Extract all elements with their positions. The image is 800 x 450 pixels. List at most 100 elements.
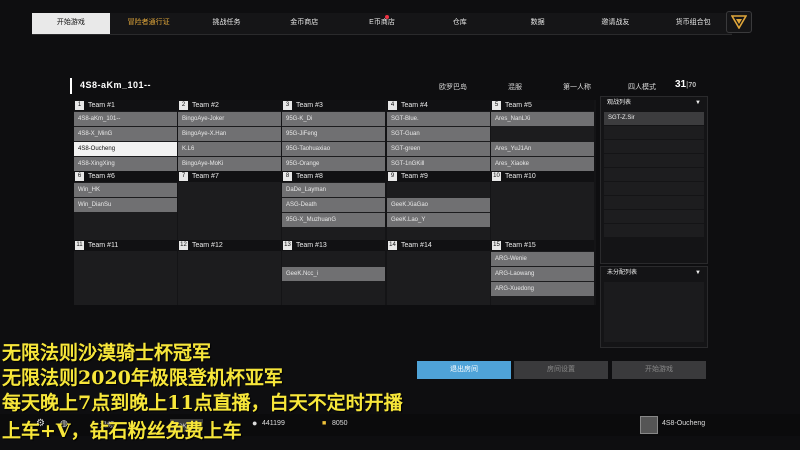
player-slot[interactable]: 95G-Orange: [282, 157, 385, 171]
exit-room-button[interactable]: 退出房间: [417, 361, 511, 379]
team-header[interactable]: 10 Team #10: [491, 171, 594, 182]
room-settings-button[interactable]: 房间设置: [514, 361, 608, 379]
player-slot[interactable]: 95G-Taohuaxiao: [282, 142, 385, 156]
tab-invite[interactable]: 邀请战友: [576, 13, 654, 34]
tab-data[interactable]: 数据: [499, 13, 577, 34]
player-slot[interactable]: SGT-green: [387, 142, 490, 156]
player-slot[interactable]: K.L6: [178, 142, 281, 156]
player-count-current: 31: [675, 79, 687, 90]
player-slot[interactable]: 4S8-Oucheng: [74, 142, 177, 156]
tab-challenges[interactable]: 挑战任务: [188, 13, 266, 34]
team-header[interactable]: 2 Team #2: [178, 100, 281, 111]
player-slot[interactable]: 95G-JiFeng: [282, 127, 385, 141]
empty-slot[interactable]: [387, 297, 490, 311]
player-slot[interactable]: Ares_NanLXi: [491, 112, 594, 126]
tab-battle-pass[interactable]: 冒险者通行证: [110, 13, 188, 34]
player-slot[interactable]: ARG-Wenie: [491, 252, 594, 266]
player-slot[interactable]: Ares_Xiaoke: [491, 157, 594, 171]
empty-slot[interactable]: [178, 297, 281, 311]
empty-slot[interactable]: [282, 282, 385, 296]
player-slot[interactable]: 4S8-XingXing: [74, 157, 177, 171]
team-header[interactable]: 8 Team #8: [282, 171, 385, 182]
empty-slot[interactable]: [178, 213, 281, 227]
player-slot[interactable]: BingoAye-MoKi: [178, 157, 281, 171]
player-slot[interactable]: Win_HK: [74, 183, 177, 197]
tab-warehouse[interactable]: 仓库: [421, 13, 499, 34]
player-slot[interactable]: SGT-1nGKill: [387, 157, 490, 171]
empty-slot[interactable]: [387, 267, 490, 281]
empty-slot[interactable]: [178, 267, 281, 281]
tab-ecoin-shop[interactable]: E币商店: [343, 13, 421, 34]
team-name: Team #2: [192, 102, 219, 109]
player-slot[interactable]: 95G-X_MuzhuanG: [282, 213, 385, 227]
team-header[interactable]: 11 Team #11: [74, 240, 177, 251]
empty-slot[interactable]: [74, 213, 177, 227]
team-header[interactable]: 5 Team #5: [491, 100, 594, 111]
tab-gold-shop[interactable]: 金币商店: [265, 13, 343, 34]
player-slot[interactable]: SGT-Guan: [387, 127, 490, 141]
spectator-empty-slot: [604, 168, 704, 181]
empty-slot[interactable]: [178, 282, 281, 296]
team-header[interactable]: 3 Team #3: [282, 100, 385, 111]
empty-slot[interactable]: [74, 267, 177, 281]
player-slot[interactable]: 95G-K_Di: [282, 112, 385, 126]
team-header[interactable]: 15 Team #15: [491, 240, 594, 251]
empty-slot[interactable]: [178, 198, 281, 212]
empty-slot[interactable]: [491, 198, 594, 212]
player-slot[interactable]: Win_DianSu: [74, 198, 177, 212]
empty-slot[interactable]: [491, 127, 594, 141]
empty-slot[interactable]: [491, 213, 594, 227]
player-slot[interactable]: ARG-Xuedong: [491, 282, 594, 296]
chevron-down-icon[interactable]: ▼: [695, 97, 701, 109]
team-block-8: 8 Team #8 DaDe_Layman ASG-Death 95G-X_Muzhua…: [282, 171, 385, 241]
team-header[interactable]: 4 Team #4: [387, 100, 490, 111]
team-header[interactable]: 7 Team #7: [178, 171, 281, 182]
team-block-5: 5 Team #5 Ares_NanLXi Ares_YuJ1An Ares_Xiaok…: [491, 100, 594, 171]
team-number-badge: 8: [283, 172, 292, 181]
empty-slot[interactable]: [491, 297, 594, 311]
ecoin-icon: ■: [322, 420, 327, 427]
player-slot[interactable]: BingoAye-Joker: [178, 112, 281, 126]
player-slot[interactable]: GeeK.Lao_Y: [387, 213, 490, 227]
team-header[interactable]: 13 Team #13: [282, 240, 385, 251]
empty-slot[interactable]: [74, 282, 177, 296]
team-header[interactable]: 12 Team #12: [178, 240, 281, 251]
tab-start-game[interactable]: 开始游戏: [32, 13, 110, 34]
team-header[interactable]: 9 Team #9: [387, 171, 490, 182]
team-block-6: 6 Team #6 Win_HK Win_DianSu: [74, 171, 177, 241]
empty-slot[interactable]: [74, 297, 177, 311]
avatar[interactable]: [640, 416, 658, 434]
empty-slot[interactable]: [178, 183, 281, 197]
player-slot[interactable]: 4S8-aKm_101--: [74, 112, 177, 126]
spectator-empty-slot: [604, 210, 704, 223]
empty-slot[interactable]: [74, 252, 177, 266]
spectator-item[interactable]: SGT-Z.Sir: [604, 112, 704, 125]
player-slot[interactable]: 4S8-X_MinG: [74, 127, 177, 141]
empty-slot[interactable]: [491, 183, 594, 197]
player-slot[interactable]: ASG-Death: [282, 198, 385, 212]
player-slot[interactable]: BingoAye-X.Han: [178, 127, 281, 141]
team-header[interactable]: 1 Team #1: [74, 100, 177, 111]
unassigned-panel-header[interactable]: 未分配列表 ▼: [601, 267, 707, 279]
empty-slot[interactable]: [282, 252, 385, 266]
player-slot[interactable]: Ares_YuJ1An: [491, 142, 594, 156]
player-slot[interactable]: GeeK.Ncc_i: [282, 267, 385, 281]
empty-slot[interactable]: [178, 252, 281, 266]
chevron-down-icon[interactable]: ▼: [695, 267, 701, 279]
unassigned-list: [604, 282, 704, 342]
game-logo-icon[interactable]: [726, 11, 752, 33]
empty-slot[interactable]: [282, 297, 385, 311]
start-game-button[interactable]: 开始游戏: [612, 361, 706, 379]
player-slot[interactable]: SGT-Blue.: [387, 112, 490, 126]
team-header[interactable]: 14 Team #14: [387, 240, 490, 251]
player-slot[interactable]: DaDe_Layman: [282, 183, 385, 197]
empty-slot[interactable]: [387, 252, 490, 266]
team-header[interactable]: 6 Team #6: [74, 171, 177, 182]
team-name: Team #12: [192, 242, 223, 249]
empty-slot[interactable]: [387, 282, 490, 296]
empty-slot[interactable]: [387, 183, 490, 197]
player-slot[interactable]: ARG-Laowang: [491, 267, 594, 281]
spectator-panel-header[interactable]: 观战列表 ▼: [601, 97, 707, 109]
player-slot[interactable]: GeeK.XiaGao: [387, 198, 490, 212]
tab-currency-bundle[interactable]: 货币组合包: [654, 13, 732, 34]
